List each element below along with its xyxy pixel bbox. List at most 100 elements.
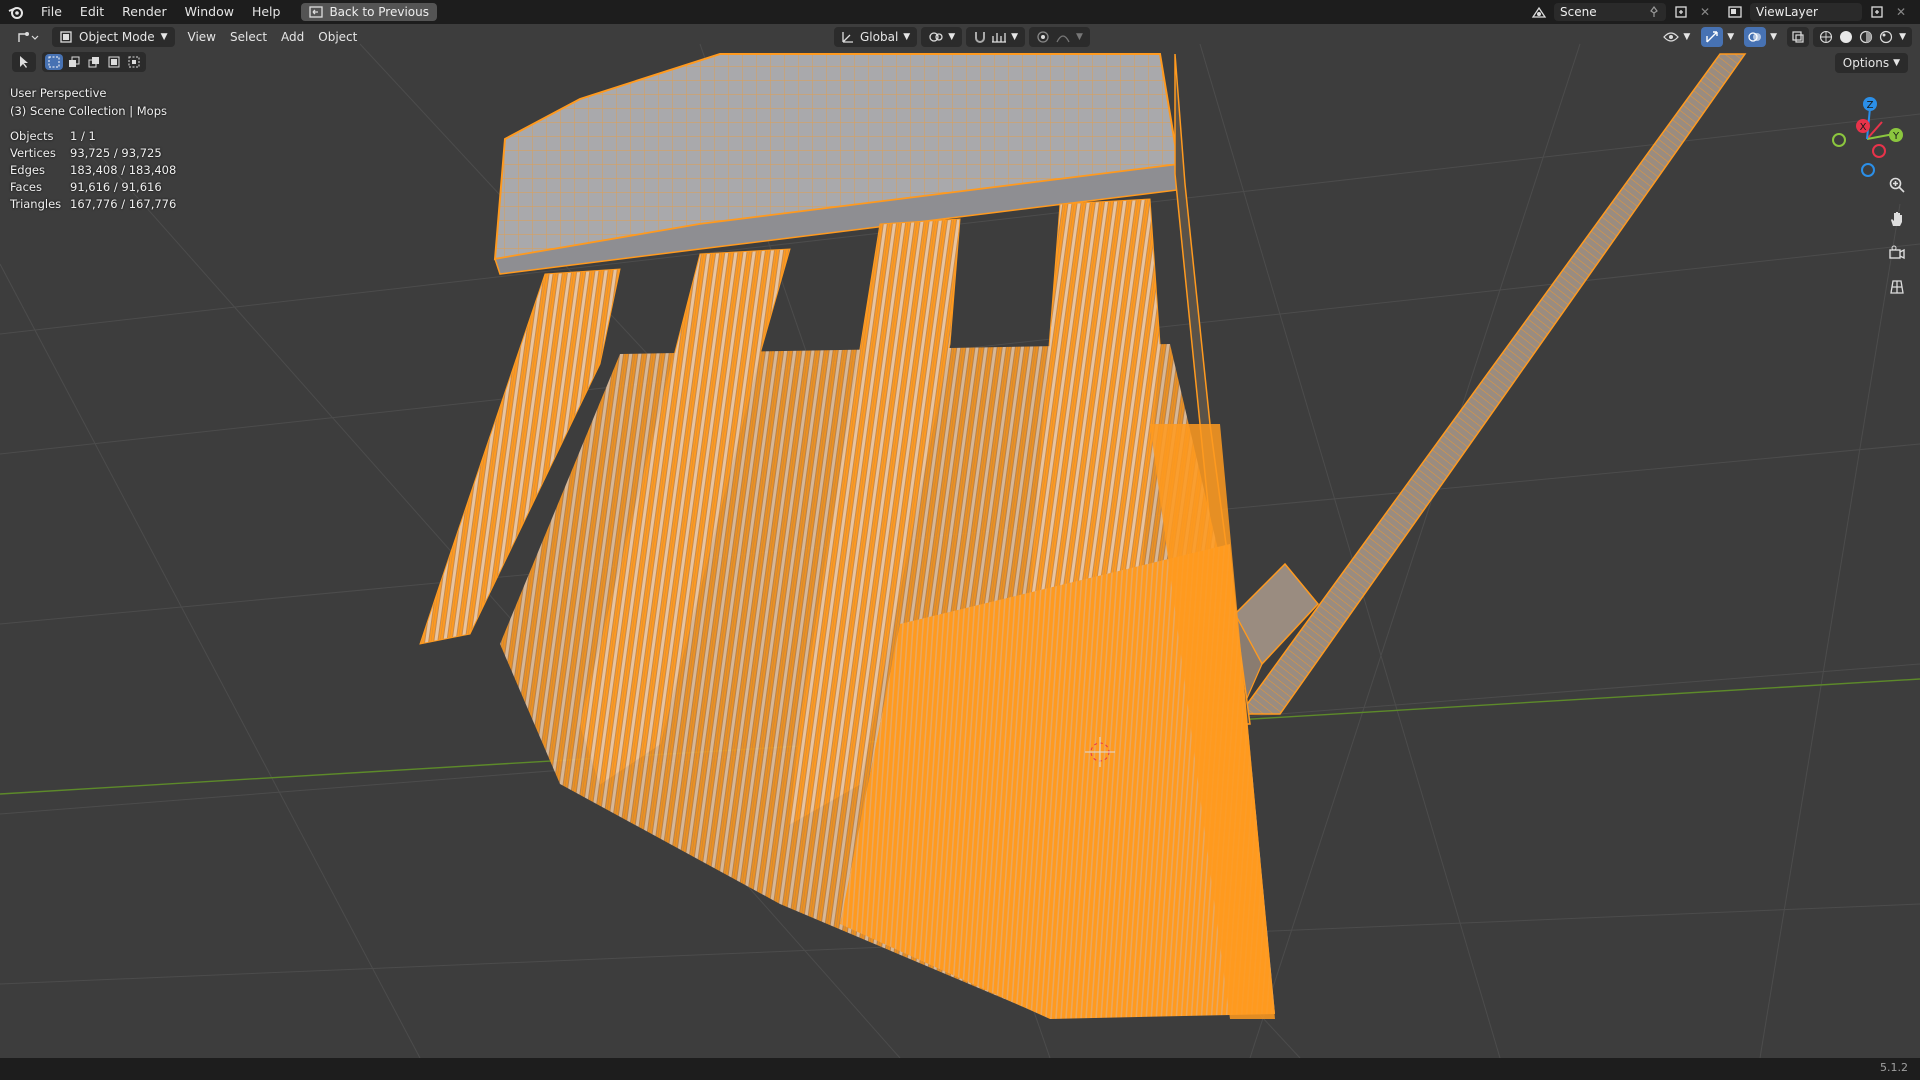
new-view-layer-icon[interactable] [1868,3,1886,21]
collection-label: (3) Scene Collection | Mops [10,104,167,118]
selection-mode-group [42,52,146,72]
chevron-down-icon: ▼ [1899,32,1906,42]
solid-shading-icon[interactable] [1839,30,1853,44]
delete-view-layer-icon[interactable]: ✕ [1892,3,1910,21]
magnet-icon [975,32,986,43]
orthographic-grid-icon[interactable] [1884,274,1910,300]
transform-tools: Global ▼ ▼ ▼ ▼ [834,27,1090,47]
back-to-previous-label: Back to Previous [329,5,429,19]
z-axis-label: Z [1867,100,1874,111]
chevron-down-icon: ▼ [1893,58,1900,68]
rendered-shading-icon[interactable] [1879,30,1893,44]
x-axis-label: X [1860,122,1867,133]
object-visibility-selector[interactable]: ▼ [1656,27,1697,47]
stat-row-objects: Objects 1 / 1 [10,128,176,145]
stat-label: Faces [10,180,42,194]
topright-scene-controls: Scene ✕ ViewLayer ✕ [1530,0,1920,24]
select-new-icon[interactable] [45,54,63,70]
pivot-point-icon [929,32,943,42]
select-extend-icon[interactable] [65,54,83,70]
top-menu-bar: File Edit Render Window Help Back to Pre… [0,0,1920,24]
menu-help[interactable]: Help [243,0,290,24]
pivot-point-selector[interactable]: ▼ [921,27,963,47]
view-layer-name: ViewLayer [1756,5,1818,19]
eye-icon [1663,32,1680,42]
scene-selector-icon[interactable] [1530,3,1548,21]
viewport-display-tools: ▼ ▼ ▼ ▼ [1656,27,1912,47]
back-to-previous-button[interactable]: Back to Previous [301,3,437,21]
cursor-arrow-icon [20,56,28,68]
xray-toggle[interactable] [1787,27,1810,47]
menu-window[interactable]: Window [176,0,243,24]
menu-file[interactable]: File [32,0,71,24]
show-overlays-toggle[interactable] [1744,27,1767,47]
stat-label: Edges [10,163,45,177]
broom-bristles [419,198,1275,1019]
blender-logo-icon[interactable] [0,0,32,24]
wireframe-shading-icon[interactable] [1819,30,1833,44]
hand-pan-icon[interactable] [1884,206,1910,232]
y-axis-label: Y [1892,131,1900,142]
editor-type-button[interactable] [10,27,46,47]
options-label: Options [1842,56,1890,70]
global-axes-icon [842,32,853,43]
screen-back-icon [309,6,324,18]
chevron-down-icon: ▼ [1011,32,1019,42]
tweak-tool-button[interactable] [12,52,36,72]
menu-edit[interactable]: Edit [71,0,113,24]
select-invert-icon[interactable] [105,54,123,70]
object-mode-icon [60,31,72,43]
stat-value: 93,725 / 93,725 [70,146,162,160]
mode-label: Object Mode [79,30,155,44]
chevron-down-icon: ▼ [1683,32,1691,42]
options-dropdown[interactable]: Options ▼ [1834,53,1908,73]
stat-row-vertices: Vertices 93,725 / 93,725 [10,145,176,162]
perspective-label: User Perspective [10,86,107,100]
neg-x-axis-handle [1872,144,1886,158]
transform-orientation-selector[interactable]: Global ▼ [834,27,918,47]
pin-icon[interactable] [1648,6,1660,18]
broom-handle [1224,53,1747,716]
menu-object[interactable]: Object [311,27,364,47]
mode-selector[interactable]: Object Mode ▼ [52,27,175,47]
proportional-editing-controls[interactable]: ▼ [1029,27,1090,47]
scene-name: Scene [1560,5,1597,19]
view-layer-selector-icon[interactable] [1726,3,1744,21]
select-intersect-icon[interactable] [125,54,143,70]
camera-view-icon[interactable] [1884,240,1910,266]
stat-value: 183,408 / 183,408 [70,163,177,177]
zoom-icon[interactable] [1884,172,1910,198]
menu-render[interactable]: Render [113,0,176,24]
menu-view[interactable]: View [181,27,223,47]
falloff-curve-icon [1056,35,1070,43]
material-preview-icon[interactable] [1859,30,1873,44]
show-gizmo-toggle[interactable] [1701,27,1724,47]
shading-mode-selector[interactable]: ▼ [1813,27,1912,47]
stat-value: 167,776 / 167,776 [70,197,177,211]
chevron-down-icon[interactable]: ▼ [1770,32,1777,42]
tool-settings-row [12,52,146,72]
new-scene-icon[interactable] [1672,3,1690,21]
menu-add[interactable]: Add [274,27,311,47]
stat-row-triangles: Triangles 167,776 / 167,776 [10,196,176,213]
snapping-controls[interactable]: ▼ [966,27,1026,47]
viewport-header: Object Mode ▼ View Select Add Object Glo… [0,24,1920,50]
stat-label: Triangles [10,197,62,211]
version-label: 5.1.2 [1880,1061,1908,1074]
view-layer-field[interactable]: ViewLayer [1750,3,1862,21]
delete-scene-icon[interactable]: ✕ [1696,3,1714,21]
3d-viewport[interactable]: Object Mode ▼ View Select Add Object Glo… [0,24,1920,1058]
chevron-down-icon[interactable]: ▼ [1727,32,1734,42]
snap-increment-icon [992,33,1007,43]
chevron-down-icon: ▼ [948,32,956,42]
menu-select[interactable]: Select [223,27,274,47]
navigation-controls [1884,172,1910,300]
chevron-down-icon: ▼ [1076,32,1083,42]
scene-statistics: Objects 1 / 1 Vertices 93,725 / 93,725 E… [10,128,176,213]
neg-z-axis-handle [1861,163,1875,177]
select-subtract-icon[interactable] [85,54,103,70]
scene-name-field[interactable]: Scene [1554,3,1666,21]
proportional-edit-icon [1037,31,1049,43]
viewport-text-overlay: User Perspective (3) Scene Collection | … [10,84,176,213]
chevron-down-icon: ▼ [903,32,911,42]
